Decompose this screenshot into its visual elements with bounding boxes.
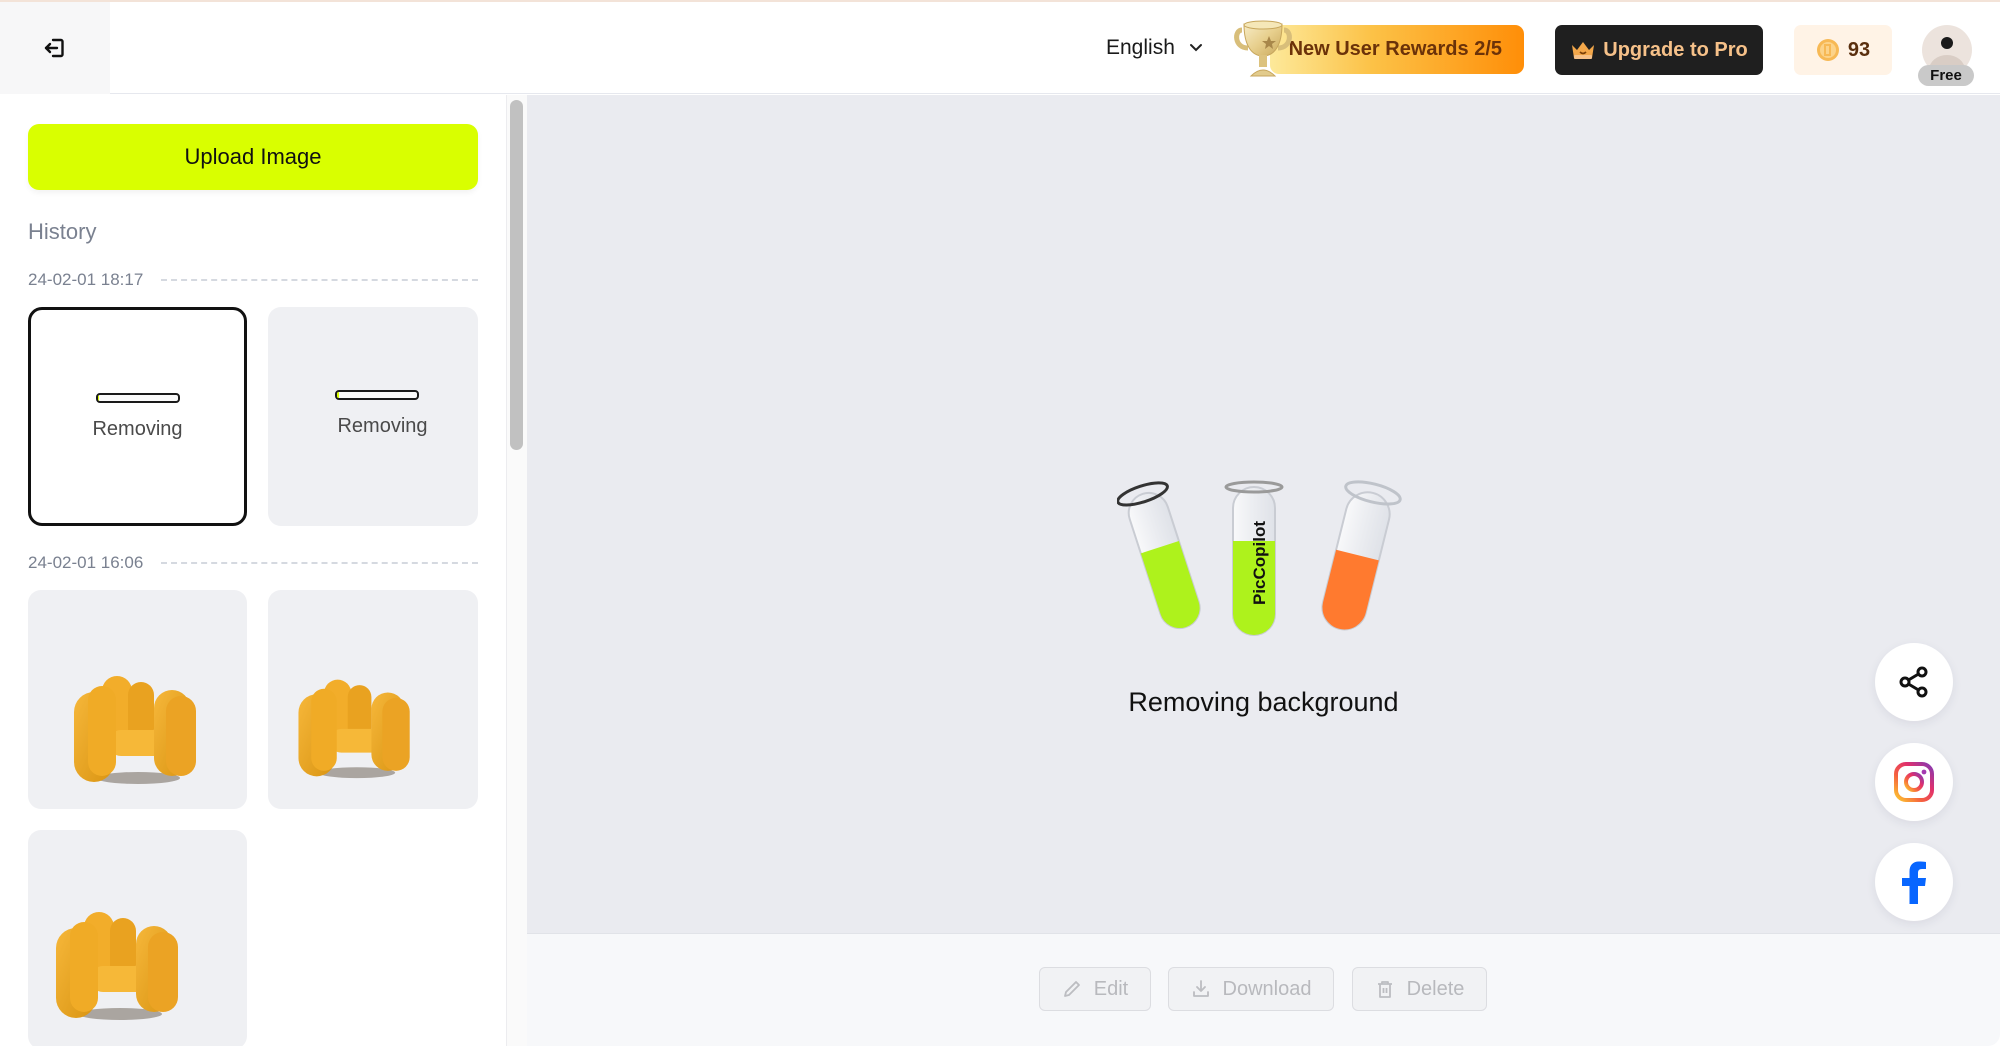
logout-button[interactable]	[0, 2, 110, 94]
divider	[161, 562, 478, 564]
new-user-rewards-button[interactable]: New User Rewards 2/5	[1232, 18, 1524, 77]
progress-bar	[335, 390, 419, 400]
coin-count: 93	[1847, 38, 1871, 61]
history-item[interactable]: Removing	[28, 307, 247, 526]
history-item-status: Removing	[337, 415, 428, 437]
share-button[interactable]	[1875, 643, 1953, 721]
instagram-icon	[1894, 762, 1934, 802]
delete-label: Delete	[1406, 977, 1465, 1000]
preview-canvas: PicCopilot Removing background	[527, 95, 2000, 933]
history-item[interactable]: Removing	[268, 307, 478, 526]
history-group-date: 24-02-01 16:06	[28, 553, 144, 572]
download-label: Download	[1222, 977, 1312, 1000]
sidebar-scrollbar[interactable]	[510, 100, 523, 450]
history-sidebar: Upload Image History 24-02-01 18:17 Remo…	[0, 95, 507, 1046]
rewards-label: New User Rewards 2/5	[1288, 38, 1502, 60]
test-tube-green-middle: PicCopilot	[1224, 480, 1284, 636]
history-group-header: 24-02-01 16:06	[28, 551, 478, 575]
history-item[interactable]	[268, 590, 478, 809]
delete-button[interactable]: Delete	[1352, 967, 1487, 1011]
armchair-thumbnail	[56, 912, 178, 1020]
progress-fill	[337, 392, 339, 398]
action-toolbar: Edit Download Delete	[527, 933, 2000, 1046]
loader-status-text: Removing background	[1128, 687, 1399, 717]
upgrade-to-pro-button[interactable]: Upgrade to Pro	[1555, 25, 1763, 75]
test-tube-green-left	[1117, 481, 1201, 630]
download-button[interactable]: Download	[1168, 967, 1334, 1011]
share-icon	[1899, 666, 1928, 698]
coin-icon	[1816, 39, 1839, 61]
facebook-icon	[1902, 861, 1926, 904]
crown-icon	[1572, 42, 1595, 59]
test-tubes-loader-illustration: PicCopilot	[1117, 480, 1402, 636]
history-heading: History	[28, 219, 97, 244]
test-tube-orange-right	[1321, 480, 1402, 631]
progress-fill	[97, 395, 100, 401]
facebook-button[interactable]	[1875, 843, 1953, 921]
plan-badge: Free	[1918, 65, 1974, 86]
header: English New User Rewards 2/5 Upgrade to …	[0, 2, 2000, 94]
download-icon	[1192, 980, 1209, 997]
history-item[interactable]	[28, 590, 247, 809]
coin-balance[interactable]: 93	[1794, 25, 1892, 75]
avatar-head	[1941, 37, 1953, 49]
language-label: English	[1106, 36, 1175, 59]
trash-icon	[1377, 981, 1392, 998]
armchair-thumbnail	[298, 679, 410, 779]
armchair-thumbnail	[74, 676, 196, 784]
pencil-icon	[1063, 981, 1080, 997]
edit-label: Edit	[1093, 977, 1129, 1000]
instagram-button[interactable]	[1875, 743, 1953, 821]
history-item[interactable]	[28, 830, 247, 1046]
progress-bar	[95, 393, 180, 403]
edit-button[interactable]: Edit	[1039, 967, 1151, 1011]
divider	[161, 279, 478, 281]
history-group-header: 24-02-01 18:17	[28, 268, 478, 292]
upload-image-button[interactable]: Upload Image	[28, 124, 478, 190]
rewards-pill: New User Rewards 2/5	[1270, 25, 1524, 74]
upgrade-label: Upgrade to Pro	[1603, 38, 1748, 61]
chevron-down-icon	[1189, 44, 1202, 52]
trophy-icon	[1234, 20, 1292, 77]
history-item-status: Removing	[92, 418, 183, 440]
language-select[interactable]: English	[1106, 32, 1203, 64]
history-group-date: 24-02-01 18:17	[28, 270, 144, 289]
logout-icon	[44, 38, 64, 58]
loader-brand-text: PicCopilot	[1250, 521, 1269, 605]
